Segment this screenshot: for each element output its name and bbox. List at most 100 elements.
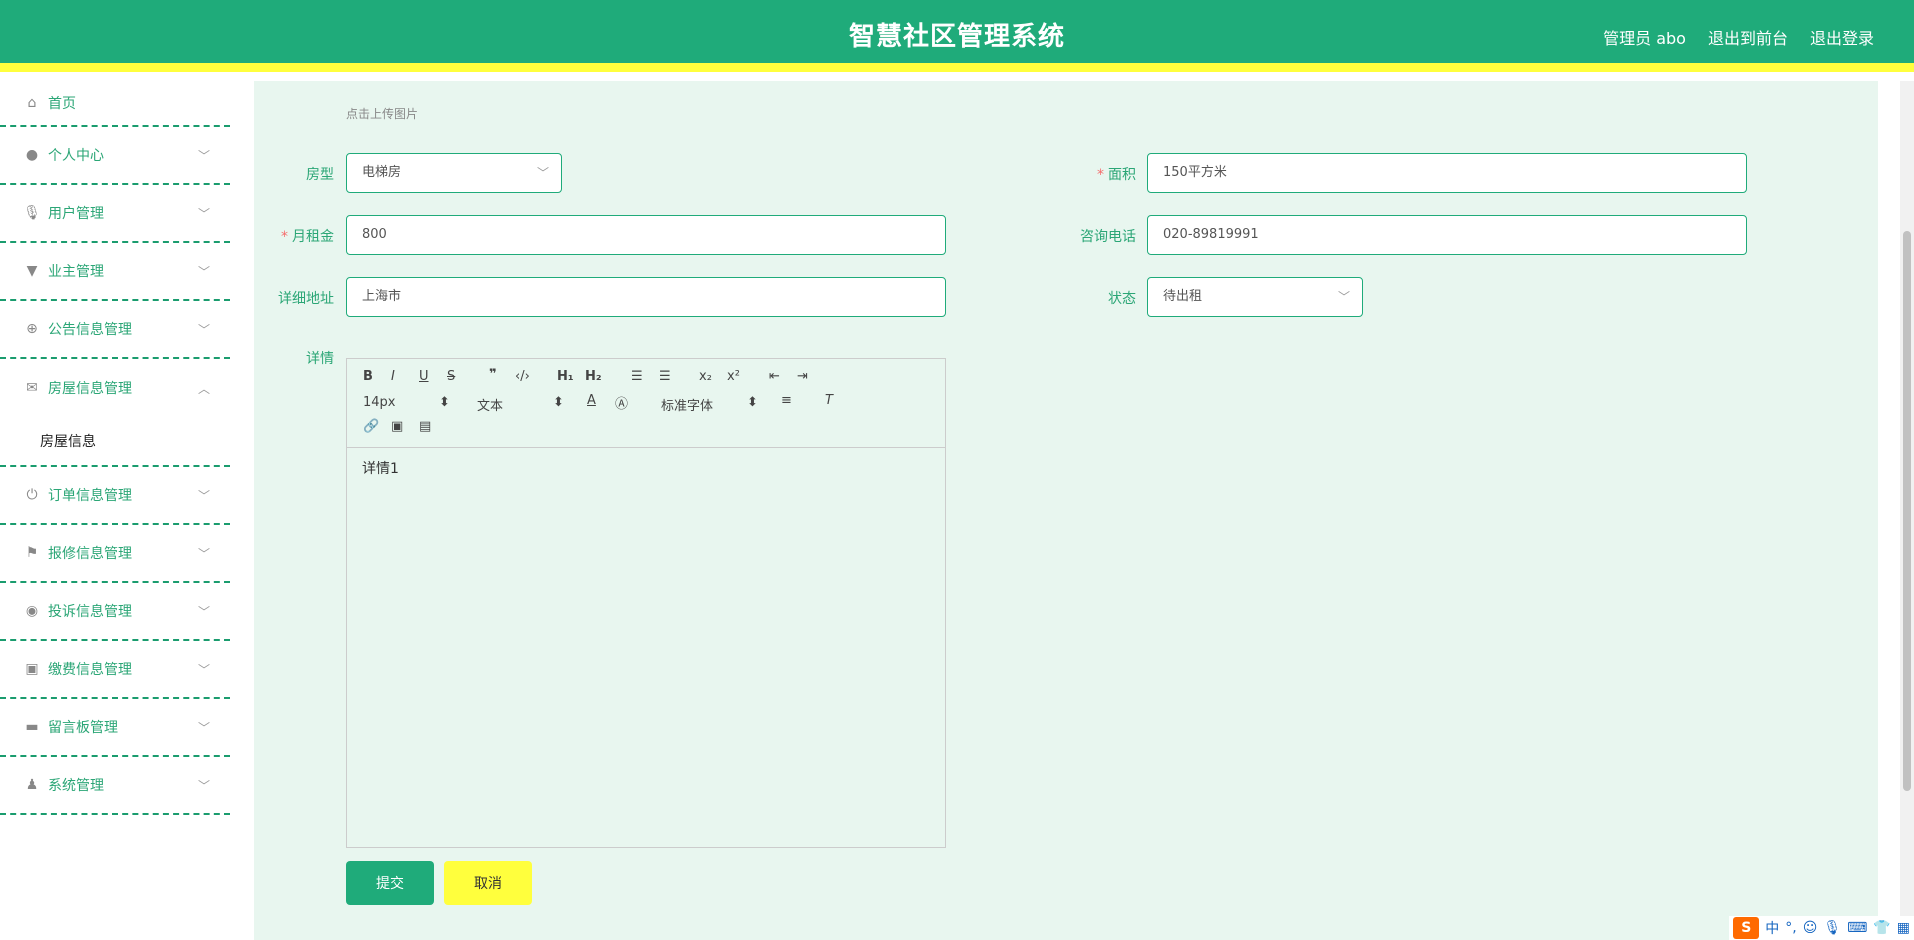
upload-tip[interactable]: 点击上传图片 (346, 105, 418, 122)
target-icon: ⊕ (26, 321, 38, 337)
mic-icon: 🎙 (23, 205, 41, 221)
admin-user-link[interactable]: 管理员 abo (1603, 25, 1686, 49)
sidebar-item-owners[interactable]: ▼ 业主管理 ﹀ (0, 243, 230, 301)
sidebar-item-notices[interactable]: ⊕ 公告信息管理 ﹀ (0, 301, 230, 359)
cancel-button[interactable]: 取消 (444, 861, 532, 905)
bold-icon[interactable]: B (363, 369, 373, 384)
house-type-label: 房型 (306, 167, 334, 183)
indent-icon[interactable]: ⇥ (797, 369, 808, 384)
rent-label: * 月租金 (281, 229, 334, 245)
sidebar-item-messages[interactable]: ▬ 留言板管理 ﹀ (0, 699, 230, 757)
ordered-list-icon[interactable]: ☰ (631, 369, 643, 384)
sidebar-item-houses[interactable]: ✉ 房屋信息管理 ︿ (0, 359, 230, 417)
chevron-down-icon: ﹀ (197, 489, 210, 503)
chevron-down-icon: ﹀ (197, 663, 210, 677)
font-family-select[interactable]: 标准字体 (661, 395, 713, 414)
status-select[interactable]: 待出租 ﹀ (1147, 277, 1363, 317)
paragraph-select[interactable]: 文本 (477, 395, 503, 414)
sidebar-item-label: 留言板管理 (48, 720, 118, 736)
video-icon[interactable]: ▤ (419, 419, 431, 434)
ime-lang[interactable]: 中 (1765, 918, 1779, 938)
status-value: 待出租 (1163, 289, 1203, 304)
chevron-up-icon: ︿ (197, 382, 210, 396)
logout-link[interactable]: 退出登录 (1810, 25, 1874, 49)
font-family-arrow-icon: ⬍ (747, 395, 758, 410)
status-label: 状态 (1108, 291, 1136, 307)
sidebar-item-label: 投诉信息管理 (48, 604, 132, 620)
sidebar-item-repairs[interactable]: ⚑ 报修信息管理 ﹀ (0, 525, 230, 583)
sidebar-item-label: 个人中心 (48, 148, 104, 164)
stamp-icon: ▼ (26, 263, 38, 279)
sidebar-item-label: 系统管理 (48, 778, 104, 794)
sidebar-item-label: 首页 (48, 96, 76, 112)
sidebar-item-label: 缴费信息管理 (48, 662, 132, 678)
image-icon[interactable]: ▣ (391, 419, 403, 434)
phone-label: 咨询电话 (1080, 229, 1136, 245)
phone-input[interactable]: 020-89819991 (1147, 215, 1747, 255)
sidebar-subitem-label: 房屋信息 (40, 434, 96, 450)
underline-icon[interactable]: U (419, 369, 429, 384)
flag-icon: ⚑ (25, 545, 39, 561)
address-input[interactable]: 上海市 (346, 277, 946, 317)
address-label: 详细地址 (278, 291, 334, 307)
app-header: 智慧社区管理系统 管理员 abo 退出到前台 退出登录 (0, 0, 1914, 72)
home-icon: ⌂ (27, 95, 37, 111)
house-type-select[interactable]: 电梯房 ﹀ (346, 153, 562, 193)
sidebar-item-label: 公告信息管理 (48, 322, 132, 338)
house-type-value: 电梯房 (362, 165, 402, 180)
main-form-panel: 点击上传图片 房型 电梯房 ﹀ * 面积 150平方米 * 月租金 800 咨询电话… (254, 81, 1878, 940)
chevron-down-icon: ﹀ (1337, 290, 1350, 304)
rich-text-editor: B I U S ❞ ‹/› H₁ H₂ ☰ ☰ x₂ x² ⇤ ⇥ 14px ⬍… (346, 358, 946, 848)
chevron-down-icon: ﹀ (536, 166, 549, 180)
strike-icon[interactable]: S (447, 369, 455, 384)
skin-icon[interactable]: 👕 (1873, 920, 1890, 936)
emoji-icon[interactable]: ☺ (1803, 920, 1818, 936)
area-input[interactable]: 150平方米 (1147, 153, 1747, 193)
quote-icon[interactable]: ❞ (489, 367, 497, 382)
font-size-select[interactable]: 14px (363, 395, 396, 410)
punctuation-icon[interactable]: °, (1785, 920, 1796, 936)
back-to-front-link[interactable]: 退出到前台 (1708, 25, 1788, 49)
h1-icon[interactable]: H₁ (557, 369, 574, 384)
sidebar-item-orders[interactable]: ⏻ 订单信息管理 ﹀ (0, 467, 230, 525)
grid-icon[interactable]: ▦ (1897, 920, 1910, 936)
outdent-icon[interactable]: ⇤ (769, 369, 780, 384)
rent-input[interactable]: 800 (346, 215, 946, 255)
background-color-icon[interactable]: Ⓐ (615, 393, 628, 412)
superscript-icon[interactable]: x² (727, 369, 740, 384)
align-icon[interactable]: ≡ (781, 393, 792, 408)
chevron-down-icon: ﹀ (197, 323, 210, 337)
sidebar-item-label: 订单信息管理 (48, 488, 132, 504)
scrollbar-thumb[interactable] (1903, 231, 1911, 791)
sidebar-item-payments[interactable]: ▣ 缴费信息管理 ﹀ (0, 641, 230, 699)
sidebar-subitem-house-info[interactable]: 房屋信息 (0, 417, 230, 467)
ime-logo-icon[interactable]: S (1733, 917, 1760, 939)
sidebar-item-home[interactable]: ⌂ 首页 (0, 81, 230, 127)
link-icon[interactable]: 🔗 (363, 419, 379, 434)
chevron-down-icon: ﹀ (197, 265, 210, 279)
bullet-list-icon[interactable]: ☰ (659, 369, 671, 384)
italic-icon[interactable]: I (391, 369, 395, 384)
sidebar-item-system[interactable]: ♟ 系统管理 ﹀ (0, 757, 230, 815)
font-color-icon[interactable]: A (587, 393, 596, 408)
editor-content[interactable]: 详情1 (347, 448, 945, 488)
sidebar-item-users[interactable]: 🎙 用户管理 ﹀ (0, 185, 230, 243)
code-icon[interactable]: ‹/› (515, 369, 530, 384)
page-scrollbar[interactable] (1900, 81, 1914, 940)
sidebar-item-profile[interactable]: ● 个人中心 ﹀ (0, 127, 230, 185)
chevron-down-icon: ﹀ (197, 547, 210, 561)
sidebar-item-complaints[interactable]: ◉ 投诉信息管理 ﹀ (0, 583, 230, 641)
power-icon: ⏻ (26, 487, 38, 503)
keyboard-icon[interactable]: ⌨ (1847, 920, 1867, 936)
location-icon: ◉ (25, 603, 39, 619)
submit-button[interactable]: 提交 (346, 861, 434, 905)
mic-icon[interactable]: 🎙 (1823, 920, 1841, 936)
chevron-down-icon: ﹀ (197, 605, 210, 619)
subscript-icon[interactable]: x₂ (699, 369, 712, 384)
sidebar-item-label: 报修信息管理 (48, 546, 132, 562)
chevron-down-icon: ﹀ (197, 779, 210, 793)
h2-icon[interactable]: H₂ (585, 369, 602, 384)
sidebar-item-label: 房屋信息管理 (48, 381, 132, 397)
font-size-arrow-icon: ⬍ (439, 395, 450, 410)
clear-format-icon[interactable]: T (825, 393, 833, 408)
